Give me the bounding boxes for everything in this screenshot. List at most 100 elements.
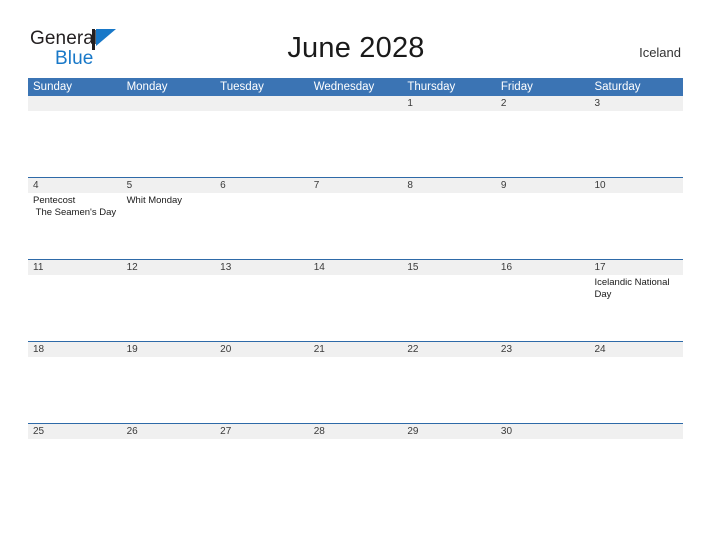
date-number-1[interactable]: 1: [402, 96, 496, 111]
country-label: Iceland: [639, 45, 681, 60]
date-number-11[interactable]: 11: [28, 260, 122, 275]
week-event-band: [28, 439, 683, 505]
week-date-number-band: 25 26 27 28 29 30: [28, 424, 683, 439]
date-number-27[interactable]: 27: [215, 424, 309, 439]
date-number-25[interactable]: 25: [28, 424, 122, 439]
date-number-29[interactable]: 29: [402, 424, 496, 439]
day-cell-8[interactable]: [402, 193, 496, 259]
day-cell-16[interactable]: [496, 275, 590, 341]
day-of-week-header-saturday: Saturday: [594, 81, 641, 93]
calendar-week-row: 123: [28, 96, 683, 177]
date-number-17[interactable]: 17: [589, 260, 683, 275]
date-number-9[interactable]: 9: [496, 178, 590, 193]
calendar-page: General Blue June 2028 Iceland Sunday Mon…: [0, 0, 712, 550]
week-date-number-band: 123: [28, 96, 683, 111]
week-date-number-band: 18 19 20 21 22 23 24: [28, 342, 683, 357]
day-cell-17[interactable]: Icelandic National Day: [589, 275, 683, 341]
day-cell-empty: [309, 111, 403, 177]
calendar-week-row: 25 26 27 28 29 30: [28, 423, 683, 505]
day-cell-28[interactable]: [309, 439, 403, 505]
day-cell-empty: [589, 439, 683, 505]
week-event-band: [28, 357, 683, 423]
day-cell-18[interactable]: [28, 357, 122, 423]
event-label: Whit Monday: [126, 195, 183, 206]
date-number-30[interactable]: 30: [496, 424, 590, 439]
date-number-empty: [309, 96, 403, 111]
date-number-21[interactable]: 21: [309, 342, 403, 357]
date-number-5[interactable]: 5: [122, 178, 216, 193]
date-number-empty: [28, 96, 122, 111]
day-cell-3[interactable]: [589, 111, 683, 177]
date-number-16[interactable]: 16: [496, 260, 590, 275]
day-cell-21[interactable]: [309, 357, 403, 423]
date-number-2[interactable]: 2: [496, 96, 590, 111]
week-event-band: Pentecost The Seamen's Day Whit Monday: [28, 193, 683, 259]
calendar-week-row: 11 12 13 14 15 16 17 Icelandic National Day: [28, 259, 683, 341]
date-number-15[interactable]: 15: [402, 260, 496, 275]
calendar-week-row: 18 19 20 21 22 23 24: [28, 341, 683, 423]
date-number-6[interactable]: 6: [215, 178, 309, 193]
date-number-empty: [122, 96, 216, 111]
day-cell-29[interactable]: [402, 439, 496, 505]
day-cell-15[interactable]: [402, 275, 496, 341]
date-number-24[interactable]: 24: [589, 342, 683, 357]
day-cell-24[interactable]: [589, 357, 683, 423]
day-cell-5[interactable]: Whit Monday: [122, 193, 216, 259]
day-cell-22[interactable]: [402, 357, 496, 423]
calendar-weeks: 1 2 3 4 5 6 7 8 9 10 Pentecost The Seamen's Day Whi…: [28, 96, 683, 505]
page-title: June 2028: [287, 32, 425, 64]
day-cell-30[interactable]: [496, 439, 590, 505]
calendar-week-row: 4 5 6 7 8 9 10 Pentecost The Seamen's Day Whit M…: [28, 177, 683, 259]
day-of-week-header-friday: Friday: [500, 81, 533, 93]
day-cell-10[interactable]: [589, 193, 683, 259]
day-cell-13[interactable]: [215, 275, 309, 341]
day-of-week-header-wednesday: Wednesday: [313, 81, 375, 93]
date-number-13[interactable]: 13: [215, 260, 309, 275]
page-header: General Blue June 2028 Iceland: [0, 0, 712, 78]
day-of-week-header-tuesday: Tuesday: [220, 81, 264, 93]
day-cell-14[interactable]: [309, 275, 403, 341]
date-number-empty: [215, 96, 309, 111]
day-cell-4[interactable]: Pentecost The Seamen's Day: [28, 193, 122, 259]
day-of-week-header-row: Sunday Monday Tuesday Wednesday Thursday Frid…: [28, 78, 683, 96]
day-cell-20[interactable]: [215, 357, 309, 423]
day-of-week-header-sunday: Sunday: [33, 81, 73, 93]
date-number-8[interactable]: 8: [402, 178, 496, 193]
day-cell-7[interactable]: [309, 193, 403, 259]
calendar-grid: Sunday Monday Tuesday Wednesday Thursday Frid…: [28, 78, 683, 505]
day-of-week-header-monday: Monday: [126, 81, 168, 93]
date-number-4[interactable]: 4: [28, 178, 122, 193]
day-cell-9[interactable]: [496, 193, 590, 259]
date-number-22[interactable]: 22: [402, 342, 496, 357]
date-number-3[interactable]: 3: [589, 96, 683, 111]
date-number-10[interactable]: 10: [589, 178, 683, 193]
day-cell-12[interactable]: [122, 275, 216, 341]
date-number-18[interactable]: 18: [28, 342, 122, 357]
date-number-12[interactable]: 12: [122, 260, 216, 275]
date-number-14[interactable]: 14: [309, 260, 403, 275]
day-cell-1[interactable]: [402, 111, 496, 177]
day-cell-25[interactable]: [28, 439, 122, 505]
day-of-week-header-thursday: Thursday: [407, 81, 456, 93]
week-date-number-band: 4 5 6 7 8 9 10: [28, 178, 683, 193]
date-number-19[interactable]: 19: [122, 342, 216, 357]
day-cell-empty: [215, 111, 309, 177]
day-cell-26[interactable]: [122, 439, 216, 505]
week-event-band: Icelandic National Day: [28, 275, 683, 341]
day-cell-27[interactable]: [215, 439, 309, 505]
date-number-23[interactable]: 23: [496, 342, 590, 357]
date-number-7[interactable]: 7: [309, 178, 403, 193]
date-number-26[interactable]: 26: [122, 424, 216, 439]
day-cell-empty: [28, 111, 122, 177]
date-number-20[interactable]: 20: [215, 342, 309, 357]
date-number-28[interactable]: 28: [309, 424, 403, 439]
day-cell-11[interactable]: [28, 275, 122, 341]
event-label: Pentecost: [33, 195, 76, 206]
event-label: The Seamen's Day: [33, 206, 117, 218]
week-date-number-band: 11 12 13 14 15 16 17: [28, 260, 683, 275]
day-cell-23[interactable]: [496, 357, 590, 423]
day-cell-6[interactable]: [215, 193, 309, 259]
week-event-band: [28, 111, 683, 177]
day-cell-19[interactable]: [122, 357, 216, 423]
day-cell-2[interactable]: [496, 111, 590, 177]
